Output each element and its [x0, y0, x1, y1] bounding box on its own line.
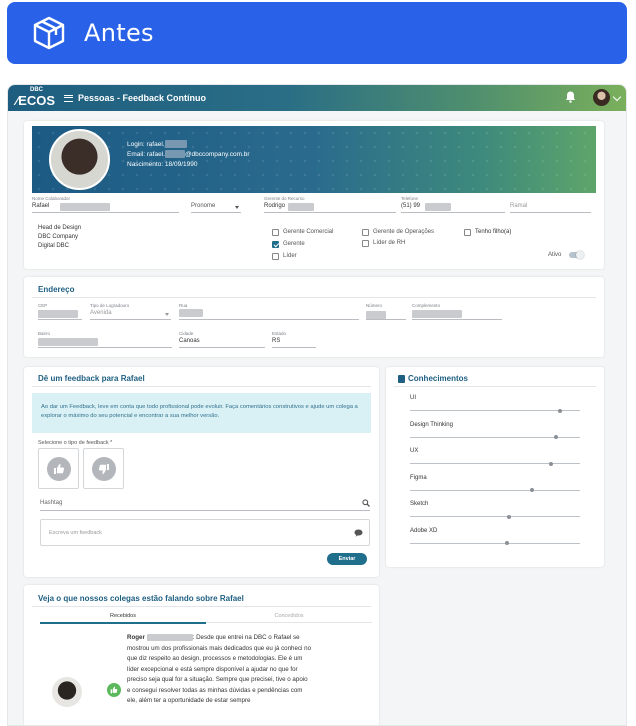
checkbox-commercial-manager[interactable] — [272, 229, 279, 236]
skill-slider[interactable] — [410, 408, 580, 413]
thumbs-up-icon — [46, 456, 71, 481]
login-text: Login: rafael. — [127, 140, 250, 150]
company-line: DBC Company — [38, 234, 79, 240]
active-tab-indicator — [40, 622, 206, 624]
menu-icon[interactable] — [64, 94, 74, 102]
thumbs-up-button[interactable] — [38, 448, 79, 489]
chat-bubble-icon — [354, 529, 363, 537]
feedback-card: Dê um feedback para Rafael Ao dar um Fee… — [24, 367, 379, 577]
skill-slider[interactable] — [410, 461, 580, 466]
number-field[interactable] — [366, 308, 406, 320]
review-text: Roger : Desde que entrei na DBC o Rafael… — [127, 633, 312, 704]
checkbox-hr-leader[interactable] — [362, 240, 369, 247]
cep-field[interactable] — [38, 308, 82, 320]
unit-line: Digital DBC — [38, 243, 70, 249]
chevron-down-icon[interactable] — [612, 92, 622, 102]
tab-received[interactable]: Recebidos — [40, 613, 206, 619]
skill-slider[interactable] — [410, 488, 580, 492]
colleagues-card: Veja o que nossos colegas estão falando … — [24, 585, 379, 725]
skill-slider-thumb[interactable] — [557, 408, 562, 413]
phone-field[interactable]: (51) 99 — [401, 201, 505, 213]
street-type-select[interactable]: Avenida — [90, 308, 171, 320]
feedback-title: Dê um feedback para Rafael — [38, 374, 145, 383]
knowledge-card: Conhecimentos UI Design Thinking UX Figma Sk… — [386, 367, 604, 567]
user-avatar[interactable] — [593, 89, 610, 106]
skill-label: UI — [410, 395, 416, 401]
dropdown-arrow-icon — [165, 313, 169, 316]
package-box-icon — [33, 16, 65, 50]
name-field[interactable]: Rafael — [32, 201, 179, 213]
email-text: Email: rafael. @dbccompany.com.br — [127, 150, 250, 159]
knowledge-title: Conhecimentos — [408, 374, 469, 383]
skill-label: Sketch — [410, 501, 429, 507]
thumbs-down-button[interactable] — [83, 448, 124, 489]
skill-slider[interactable] — [410, 541, 580, 545]
app-screenshot: DBC ⁄ECOS Pessoas - Feedback Contínuo Lo… — [7, 84, 627, 726]
book-icon — [398, 375, 405, 383]
complement-field[interactable] — [412, 308, 502, 320]
skill-slider[interactable] — [410, 514, 580, 519]
checkbox-manager[interactable] — [272, 241, 279, 248]
address-card: Endereço CEP Tipo de Logradouro Avenida … — [24, 277, 604, 357]
app-topbar: DBC ⁄ECOS Pessoas - Feedback Contínuo — [8, 85, 626, 111]
breadcrumb: Pessoas - Feedback Contínuo — [78, 93, 207, 103]
before-banner: Antes — [7, 2, 627, 64]
address-title: Endereço — [38, 285, 75, 294]
feedback-textarea[interactable]: Escreva um feedback — [40, 519, 370, 546]
role-line: Head de Design — [38, 225, 82, 231]
feedback-type-label: Selecione o tipo de feedback * — [38, 440, 113, 446]
send-button[interactable]: Enviar — [327, 553, 367, 565]
skill-label: UX — [410, 448, 419, 454]
review-author: Roger — [127, 634, 145, 641]
colleagues-title: Veja o que nossos colegas estão falando … — [38, 594, 244, 603]
bell-icon[interactable] — [565, 91, 576, 103]
skill-slider[interactable] — [410, 435, 580, 439]
hashtag-input[interactable]: Hashtag — [40, 497, 370, 511]
birth-text: Nascimento: 18/09/1990 — [127, 161, 198, 168]
profile-hero: Login: rafael. Email: rafael. @dbccompany… — [32, 126, 596, 193]
street-field[interactable] — [179, 308, 359, 320]
dropdown-arrow-icon — [235, 206, 239, 209]
checkbox-operations-manager[interactable] — [362, 229, 369, 236]
city-field[interactable]: Canoas — [179, 336, 265, 348]
colleague-avatar — [52, 677, 82, 707]
district-field[interactable] — [38, 336, 172, 348]
skill-slider-thumb[interactable] — [530, 488, 535, 492]
checkbox-has-children[interactable] — [464, 229, 471, 236]
search-icon[interactable] — [362, 499, 370, 507]
active-label: Ativo — [548, 252, 562, 258]
profile-card: Login: rafael. Email: rafael. @dbccompany… — [24, 121, 604, 269]
positive-feedback-badge — [107, 683, 121, 697]
skill-slider-thumb[interactable] — [549, 461, 554, 466]
active-toggle[interactable] — [569, 250, 584, 259]
skill-label: Adobe XD — [410, 527, 438, 534]
banner-title: Antes — [84, 19, 154, 47]
skill-slider-thumb[interactable] — [504, 541, 509, 545]
pronoun-select[interactable]: Pronome — [191, 201, 241, 213]
checkbox-leader[interactable] — [272, 253, 279, 260]
skill-label: Figma — [410, 474, 427, 481]
state-field[interactable]: RS — [272, 336, 316, 348]
skill-slider-thumb[interactable] — [554, 435, 559, 439]
skill-label: Design Thinking — [410, 421, 453, 428]
extension-field[interactable]: Ramal — [510, 201, 591, 213]
tab-given[interactable]: Concedidos — [206, 613, 372, 619]
thumbs-down-icon — [91, 456, 116, 481]
dbc-ecos-logo[interactable]: DBC ⁄ECOS — [16, 87, 55, 109]
skill-slider-thumb[interactable] — [506, 514, 511, 519]
manager-field[interactable]: Rodrigo — [264, 201, 396, 213]
profile-photo — [49, 129, 110, 190]
feedback-info-box: Ao dar um Feedback, leve em conta que to… — [32, 393, 371, 433]
